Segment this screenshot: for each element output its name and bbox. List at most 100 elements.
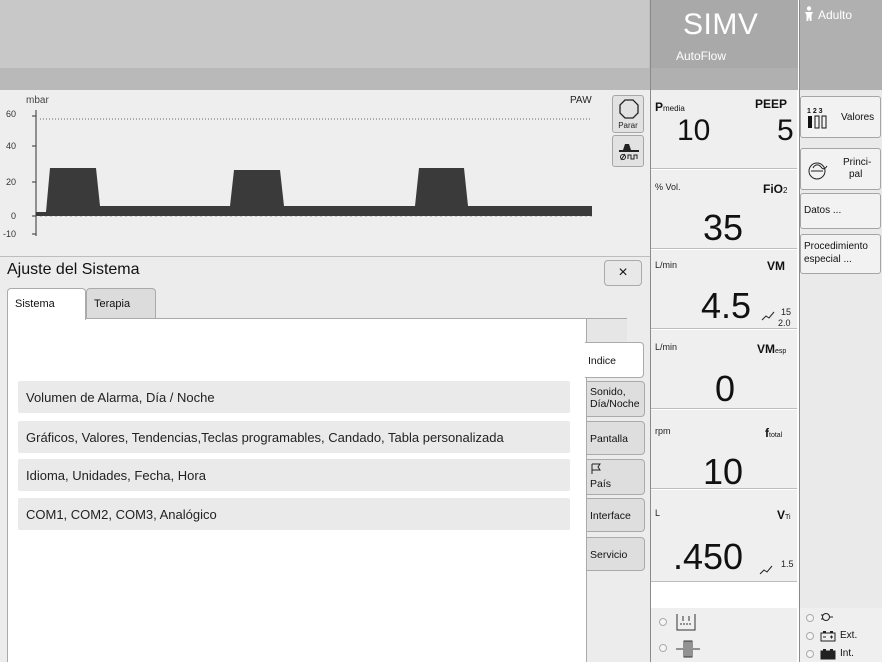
side-tab-pantalla[interactable]: Pantalla <box>586 421 645 455</box>
ftotal-sub: total <box>769 432 783 439</box>
pressure-waveform <box>32 110 592 236</box>
patient-type: Adulto <box>818 8 853 22</box>
fio2-unit: % Vol. <box>655 182 681 192</box>
y-tick-0: 0 <box>11 211 17 221</box>
side-tab-pais-label: País <box>590 478 612 490</box>
ventilation-mode-sub: AutoFlow <box>676 49 727 63</box>
vm-trend-icon <box>761 311 775 321</box>
side-tab-interface[interactable]: Interface <box>586 498 645 532</box>
stop-waveform-button[interactable]: Parar <box>612 95 644 133</box>
fio2-name: FiO <box>763 182 783 196</box>
pressure-wave-trace <box>36 168 592 216</box>
pmedia-name: P <box>655 100 664 114</box>
vmesp-sub: esp <box>775 348 787 355</box>
datos-label: Datos ... <box>804 205 842 216</box>
ext-battery-label: Ext. <box>840 630 858 641</box>
vm-unit: L/min <box>655 260 678 270</box>
waveform-label: PAW <box>570 95 592 106</box>
y-tick-40: 40 <box>6 141 17 151</box>
stop-label: Parar <box>618 121 638 130</box>
dialog-title: Ajuste del Sistema <box>7 261 140 278</box>
valores-label: Valores <box>841 112 875 123</box>
mains-plug-icon <box>821 613 833 621</box>
y-tick-60: 60 <box>6 109 17 119</box>
y-tick-minus10: -10 <box>3 229 17 239</box>
datos-button[interactable]: Datos ... <box>800 193 881 229</box>
side-tab-sonido[interactable]: Sonido, Día/Noche <box>586 381 645 417</box>
principal-button[interactable]: Princi- pal <box>800 148 881 190</box>
vti-sub: Ti <box>785 514 791 521</box>
tab-sistema[interactable]: Sistema <box>7 288 86 320</box>
external-battery-icon <box>820 631 836 642</box>
side-tab-servicio[interactable]: Servicio <box>586 537 645 571</box>
power-status-area: Ext. Int. <box>800 608 882 662</box>
ftotal-unit: rpm <box>655 426 671 436</box>
param-pmedia-peep: Pmedia PEEP 10 5 <box>651 90 797 169</box>
side-tab-indice[interactable]: Indice <box>585 342 644 378</box>
principal-icon <box>808 162 828 180</box>
status-dot <box>659 618 667 626</box>
vm-upper-limit: 15 <box>781 307 792 317</box>
list-item-alarm-volume[interactable]: Volumen de Alarma, Día / Noche <box>18 381 570 413</box>
vmesp-unit: L/min <box>655 342 678 352</box>
waveform-options-icon <box>619 144 639 161</box>
vti-value: .450 <box>673 536 744 577</box>
fio2-value: 35 <box>703 207 744 248</box>
fio2-sub: 2 <box>783 186 788 195</box>
param-vm: L/min VM 4.5 15 2.0 <box>651 250 797 329</box>
status-area-left <box>651 608 797 662</box>
stop-icon <box>619 99 639 119</box>
internal-battery-icon <box>820 649 836 660</box>
list-item-display[interactable]: Gráficos, Valores, Tendencias,Teclas pro… <box>18 421 570 453</box>
status-dot <box>806 650 814 658</box>
waveform-unit: mbar <box>26 95 49 106</box>
list-item-interface[interactable]: COM1, COM2, COM3, Analógico <box>18 498 570 530</box>
top-header-bar <box>0 0 650 68</box>
top-subheader-bar <box>0 68 650 90</box>
param-fio2: % Vol. FiO2 35 <box>651 170 797 249</box>
y-tick-20: 20 <box>6 177 17 187</box>
procedimiento-label-1: Procedimiento <box>804 241 868 252</box>
valores-button[interactable]: 1 2 3 Valores <box>800 96 881 138</box>
vm-name: VM <box>767 259 785 273</box>
principal-label-1: Princi- <box>843 157 872 168</box>
side-tab-sonido-line1: Sonido, <box>590 386 626 398</box>
procedimiento-especial-button[interactable]: Procedimiento especial ... <box>800 234 881 274</box>
param-ftotal: rpm ftotal 10 <box>651 410 797 492</box>
ventilation-mode: SIMV <box>683 8 759 41</box>
side-tab-pais[interactable]: País <box>586 459 645 495</box>
vm-value: 4.5 <box>701 285 752 326</box>
humidifier-icon <box>676 614 696 631</box>
close-button[interactable]: × <box>604 260 642 286</box>
nebulizer-icon <box>676 640 700 658</box>
pmedia-sub: media <box>663 104 685 113</box>
peep-value: 5 <box>777 114 794 147</box>
waveform-options-button[interactable] <box>612 135 644 167</box>
vmesp-value: 0 <box>715 368 736 409</box>
tab-terapia[interactable]: Terapia <box>86 288 156 318</box>
values-icon-digits: 1 2 3 <box>807 108 823 115</box>
procedimiento-label-2: especial ... <box>804 254 852 265</box>
list-item-country[interactable]: Idioma, Unidades, Fecha, Hora <box>18 459 570 491</box>
status-dot <box>659 644 667 652</box>
vti-name: V <box>777 508 786 522</box>
param-vti: L VTi .450 1.5 <box>651 490 797 582</box>
values-icon: 1 2 3 <box>807 108 827 129</box>
vti-unit: L <box>655 508 661 518</box>
ftotal-value: 10 <box>703 451 744 492</box>
int-battery-label: Int. <box>840 648 854 659</box>
side-tab-sonido-line2: Día/Noche <box>590 398 640 410</box>
person-icon <box>805 6 813 21</box>
status-dot <box>806 614 814 622</box>
param-vmesp: L/min VMesp 0 <box>651 330 797 409</box>
vti-upper-limit: 1.5 <box>781 559 794 569</box>
status-dot <box>806 632 814 640</box>
vm-lower-limit: 2.0 <box>778 318 791 328</box>
vti-trend-icon <box>759 565 773 575</box>
pmedia-value: 10 <box>677 114 711 147</box>
vmesp-name: VM <box>757 342 775 356</box>
peep-name: PEEP <box>755 97 788 111</box>
principal-label-2: pal <box>849 169 863 180</box>
mode-strip <box>650 68 798 90</box>
flag-icon <box>591 463 601 474</box>
